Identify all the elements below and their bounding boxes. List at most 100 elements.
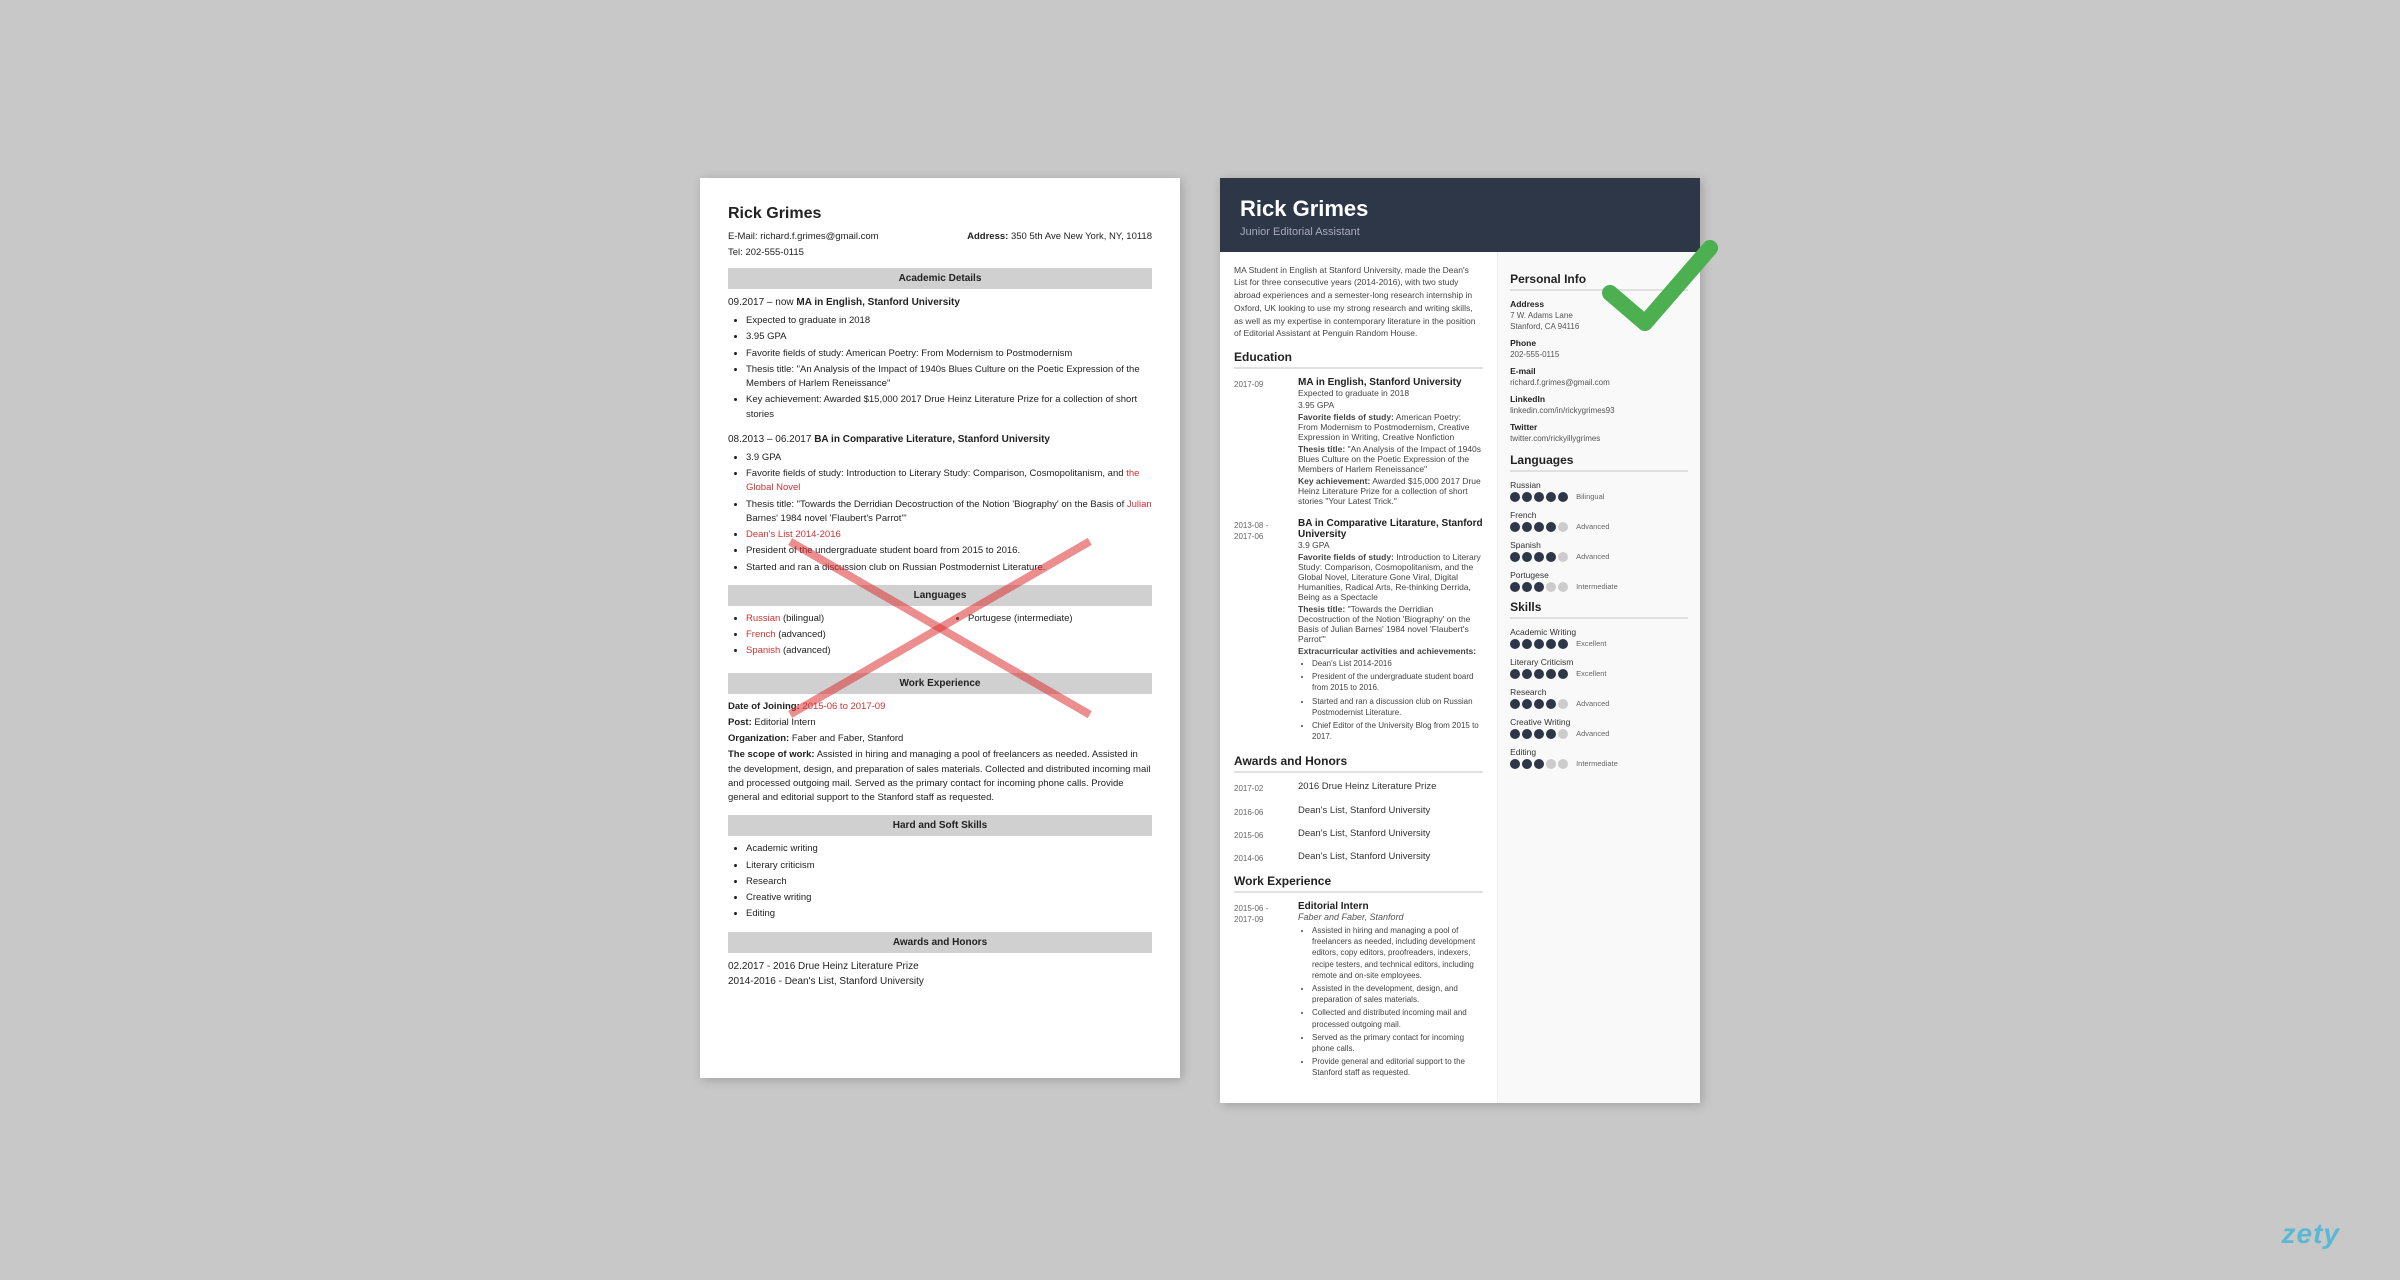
- dot: [1546, 552, 1556, 562]
- left-work-header: Work Experience: [728, 673, 1152, 694]
- right-skill-res-bar: Advanced: [1510, 699, 1688, 709]
- right-sidebar-col: Personal Info Address 7 W. Adams LaneSta…: [1498, 252, 1700, 1103]
- dot: [1510, 729, 1520, 739]
- right-lang-french-dots: [1510, 522, 1568, 532]
- dot: [1522, 759, 1532, 769]
- right-skill-creative-writing: Creative Writing Advanced: [1510, 717, 1688, 739]
- right-award-3: 2015-06 Dean's List, Stanford University: [1234, 828, 1483, 841]
- right-edu-2-ex3: Started and ran a discussion club on Rus…: [1312, 696, 1483, 718]
- right-resume-body: MA Student in English at Stanford Univer…: [1220, 252, 1700, 1103]
- right-lang-russian-bar: Bilingual: [1510, 492, 1688, 502]
- left-lang-list2: Portugese (intermediate): [968, 612, 1152, 626]
- left-edu-1-bullets: Expected to graduate in 2018 3.95 GPA Fa…: [746, 314, 1152, 422]
- right-lang-french-level: Advanced: [1576, 522, 1609, 531]
- dot: [1510, 582, 1520, 592]
- right-main-col: MA Student in English at Stanford Univer…: [1220, 252, 1498, 1103]
- left-edu-2-date-title: 08.2013 – 06.2017 BA in Comparative Lite…: [728, 432, 1152, 447]
- dot: [1534, 699, 1544, 709]
- right-lang-russian-level: Bilingual: [1576, 492, 1604, 501]
- left-edu-1-degree: MA in English, Stanford University: [796, 297, 960, 308]
- dot: [1558, 552, 1568, 562]
- right-lang-portugese-level: Intermediate: [1576, 582, 1618, 591]
- right-skill-cw-dots: [1510, 729, 1568, 739]
- right-skill-academic-writing: Academic Writing Excellent: [1510, 627, 1688, 649]
- left-edu-1-b3: Favorite fields of study: American Poetr…: [746, 347, 1152, 361]
- right-skill-lc-level: Excellent: [1576, 669, 1606, 678]
- right-lang-russian-dots: [1510, 492, 1568, 502]
- right-lang-russian-name: Russian: [1510, 480, 1688, 490]
- dot: [1546, 699, 1556, 709]
- left-skill-3: Research: [746, 875, 1152, 889]
- left-lang-list1: Russian (bilingual) French (advanced) Sp…: [746, 612, 930, 659]
- right-edu-2-content: BA in Comparative Litarature, Stanford U…: [1298, 518, 1483, 744]
- left-email-line: E-Mail: richard.f.grimes@gmail.com: [728, 230, 879, 244]
- address-label: Address:: [967, 231, 1008, 242]
- dot: [1546, 582, 1556, 592]
- dot: [1558, 492, 1568, 502]
- left-resume-name: Rick Grimes: [728, 202, 1152, 226]
- right-pi-phone: Phone 202-555-0115: [1510, 338, 1688, 360]
- right-lang-spanish-level: Advanced: [1576, 552, 1609, 561]
- dot: [1510, 639, 1520, 649]
- dot: [1522, 639, 1532, 649]
- dot: [1558, 582, 1568, 592]
- dot: [1510, 669, 1520, 679]
- right-edu-2-degree: BA in Comparative Litarature, Stanford U…: [1298, 518, 1483, 540]
- right-skill-res-level: Advanced: [1576, 699, 1609, 708]
- right-edu-2-d1: Favorite fields of study: Introduction t…: [1298, 552, 1483, 602]
- right-award-1-date: 2017-02: [1234, 781, 1290, 794]
- page-container: Rick Grimes E-Mail: richard.f.grimes@gma…: [0, 138, 2400, 1143]
- left-edu-2-b5: President of the undergraduate student b…: [746, 544, 1152, 558]
- right-pi-email-value: richard.f.grimes@gmail.com: [1510, 377, 1688, 388]
- left-skill-4: Creative writing: [746, 891, 1152, 905]
- right-award-2-content: Dean's List, Stanford University: [1298, 805, 1483, 818]
- right-edu-1-d2: 3.95 GPA: [1298, 400, 1483, 410]
- dot: [1534, 582, 1544, 592]
- dot: [1558, 729, 1568, 739]
- dot: [1522, 522, 1532, 532]
- right-skill-ed-dots: [1510, 759, 1568, 769]
- right-lang-spanish-dots: [1510, 552, 1568, 562]
- dot: [1522, 492, 1532, 502]
- left-skills-list: Academic writing Literary criticism Rese…: [746, 842, 1152, 921]
- right-lang-french-bar: Advanced: [1510, 522, 1688, 532]
- left-award-1: 02.2017 - 2016 Drue Heinz Literature Pri…: [728, 959, 1152, 974]
- right-skill-aw-bar: Excellent: [1510, 639, 1688, 649]
- left-skill-5: Editing: [746, 907, 1152, 921]
- dot: [1546, 492, 1556, 502]
- right-languages-title: Languages: [1510, 453, 1688, 472]
- dot: [1522, 669, 1532, 679]
- left-skills-entry: Academic writing Literary criticism Rese…: [728, 842, 1152, 921]
- left-work-scope: The scope of work: Assisted in hiring an…: [728, 748, 1152, 805]
- dot: [1522, 582, 1532, 592]
- right-award-2-date: 2016-06: [1234, 805, 1290, 818]
- right-lang-portugese-dots: [1510, 582, 1568, 592]
- right-edu-1-degree: MA in English, Stanford University: [1298, 377, 1483, 388]
- right-resume-name: Rick Grimes: [1240, 196, 1680, 222]
- dot: [1534, 639, 1544, 649]
- dot: [1534, 669, 1544, 679]
- left-work-dates: Date of Joining: 2015-06 to 2017-09: [728, 700, 1152, 714]
- right-lang-french-name: French: [1510, 510, 1688, 520]
- right-skill-cw-name: Creative Writing: [1510, 717, 1688, 727]
- right-edu-entry-1: 2017-09 MA in English, Stanford Universi…: [1234, 377, 1483, 508]
- right-award-1-content: 2016 Drue Heinz Literature Prize: [1298, 781, 1483, 794]
- right-awards-section-title: Awards and Honors: [1234, 754, 1483, 773]
- right-lang-russian: Russian Bilingual: [1510, 480, 1688, 502]
- left-edu-1-b5: Key achievement: Awarded $15,000 2017 Dr…: [746, 393, 1152, 422]
- right-award-4: 2014-06 Dean's List, Stanford University: [1234, 851, 1483, 864]
- left-edu-1-dates: 09.2017 – now: [728, 297, 796, 308]
- right-edu-1-dates: 2017-09: [1234, 377, 1290, 508]
- right-pi-phone-label: Phone: [1510, 338, 1688, 348]
- right-work-dates: 2015-06 - 2017-09: [1234, 901, 1290, 1080]
- right-edu-1-d1: Expected to graduate in 2018: [1298, 388, 1483, 398]
- left-contact-row1: E-Mail: richard.f.grimes@gmail.com Addre…: [728, 230, 1152, 244]
- right-pi-email-label: E-mail: [1510, 366, 1688, 376]
- dot: [1534, 759, 1544, 769]
- right-edu-2-ex4: Chief Editor of the University Blog from…: [1312, 720, 1483, 742]
- right-award-3-content: Dean's List, Stanford University: [1298, 828, 1483, 841]
- right-edu-1-d4: Thesis title: "An Analysis of the Impact…: [1298, 444, 1483, 474]
- left-edu-2-dates: 08.2013 – 06.2017: [728, 434, 814, 445]
- right-edu-1-d5: Key achievement: Awarded $15,000 2017 Dr…: [1298, 476, 1483, 506]
- right-edu-2-gpa: 3.9 GPA: [1298, 540, 1483, 550]
